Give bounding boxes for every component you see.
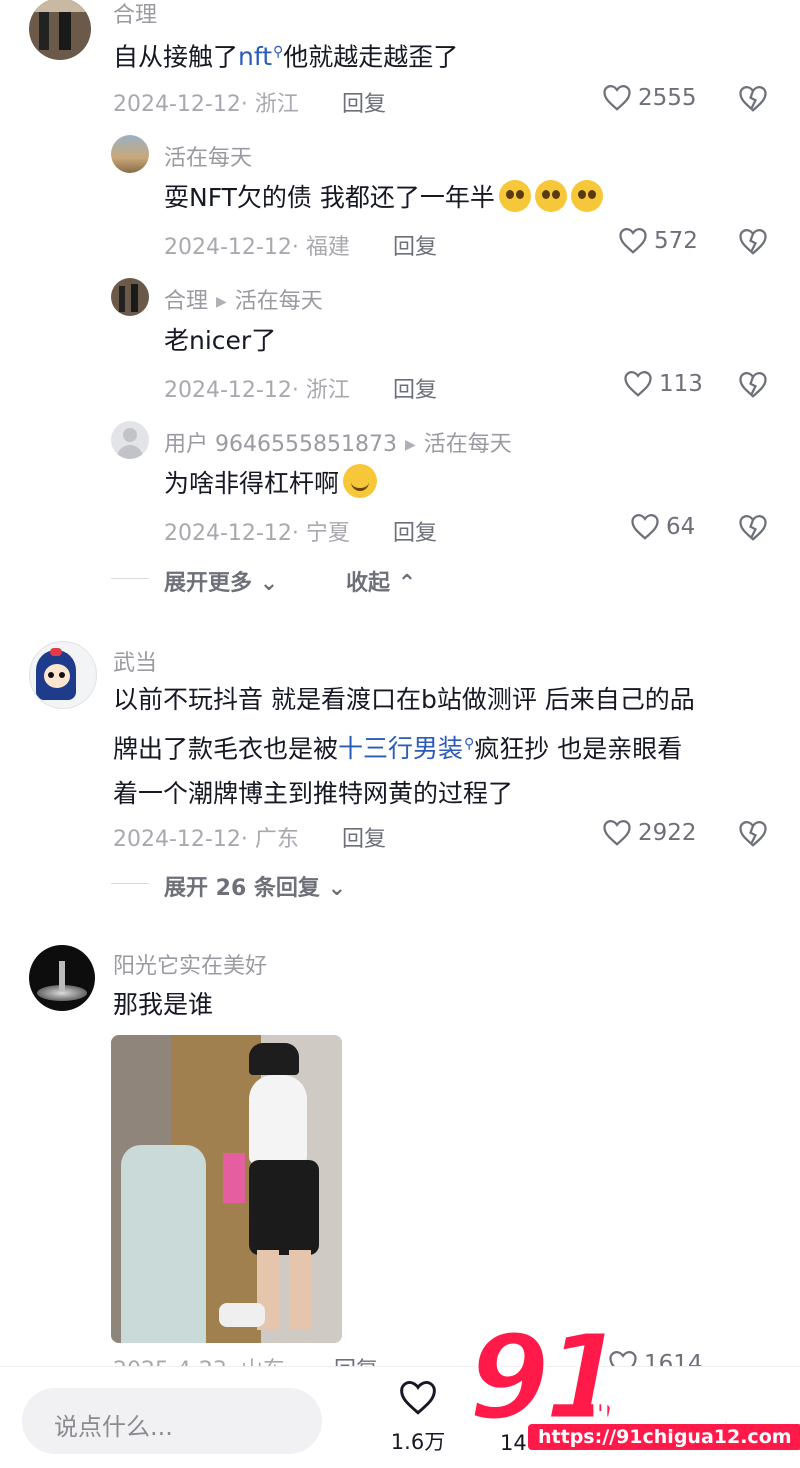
watermark-url: https://91chigua12.com [528,1424,800,1450]
like-button[interactable]: 2922 [602,819,697,847]
expand-more-button[interactable]: 展开更多 ⌄ [164,565,278,597]
pleading-emoji-icon [534,180,567,212]
heart-icon [619,227,647,254]
like-button[interactable]: 64 [630,513,695,541]
comment-input[interactable]: 说点什么... [22,1388,322,1454]
reply-author: 用户 9646555851873 ▶ 活在每天 [164,432,512,457]
like-count: 113 [659,371,703,397]
comment-text: 以前不玩抖音 就是看渡口在b站做测评 后来自己的品 牌出了款毛衣也是被十三行男装… [113,685,695,809]
chevron-down-icon: ⌄ [327,876,347,901]
comment-input-placeholder: 说点什么... [54,1413,173,1441]
reply-meta: 2024-12-12· 浙江 [164,378,350,403]
reply-button[interactable]: 回复 [393,372,437,404]
comment-author[interactable]: 合理 [113,0,157,29]
like-button[interactable]: 113 [623,370,703,398]
chevron-down-icon: ⌄ [259,571,279,596]
comment-photo[interactable] [111,1035,342,1343]
dislike-icon[interactable] [738,514,768,542]
comment-author[interactable]: 阳光它实在美好 [113,948,267,980]
reply-author[interactable]: 活在每天 [164,140,252,172]
dislike-icon[interactable] [738,820,768,848]
comment-meta: 2024-12-12· 广东 [113,827,299,852]
heart-icon [631,513,659,540]
search-icon: ⚲ [464,736,475,752]
dislike-icon[interactable] [738,371,768,399]
comment-meta: 2024-12-12· 浙江 [113,92,299,117]
reply-to-arrow-icon: ▶ [216,294,227,310]
expand-replies-button[interactable]: 展开 26 条回复 ⌄ [164,870,346,902]
divider [111,578,149,579]
avatar[interactable] [29,641,97,709]
reply-text: 老nicer了 [164,326,277,355]
avatar[interactable] [29,0,91,60]
reply-button[interactable]: 回复 [393,229,437,261]
avatar[interactable] [111,421,149,459]
dislike-icon[interactable] [738,228,768,256]
heart-icon [603,819,631,846]
reply-button[interactable]: 回复 [393,515,437,547]
heart-icon [624,370,652,397]
pleading-emoji-icon [498,180,531,212]
avatar[interactable] [111,135,149,173]
comment-text: 那我是谁 [113,990,214,1019]
comment-author[interactable]: 武当 [113,645,157,677]
like-count: 2555 [638,85,697,111]
dislike-icon[interactable] [738,85,768,113]
search-link[interactable]: 十三行男装⚲ [338,734,474,763]
smile-emoji-icon [343,464,378,498]
like-button[interactable]: 572 [618,227,698,255]
reply-meta: 2024-12-12· 宁夏 [164,521,350,546]
avatar[interactable] [29,945,95,1011]
divider [111,883,149,884]
reply-button[interactable]: 回复 [342,821,386,853]
comment-text: 自从接触了nft⚲他就越走越歪了 [113,42,459,72]
pleading-emoji-icon [570,180,603,212]
chevron-up-icon: ⌃ [397,571,417,596]
video-like-count: 1.6万 [390,1430,446,1454]
reply-to-arrow-icon: ▶ [404,437,416,453]
avatar[interactable] [111,278,149,316]
heart-icon [400,1380,436,1415]
collapse-button[interactable]: 收起 ⌃ [346,565,416,597]
like-count: 2922 [638,820,697,846]
search-link[interactable]: nft⚲ [238,42,283,71]
like-button[interactable]: 2555 [602,84,697,112]
reply-meta: 2024-12-12· 福建 [164,235,350,260]
heart-icon [603,84,631,111]
like-count: 64 [666,514,696,540]
reply-text: 耍NFT欠的债 我都还了一年半 [164,175,603,220]
reply-button[interactable]: 回复 [342,86,386,118]
like-count: 572 [654,228,698,254]
video-like-button[interactable]: 1.6万 [388,1380,448,1460]
search-icon: ⚲ [273,44,284,60]
reply-author: 合理 ▶ 活在每天 [164,289,323,314]
reply-text: 为啥非得杠杆啊 [164,461,378,506]
